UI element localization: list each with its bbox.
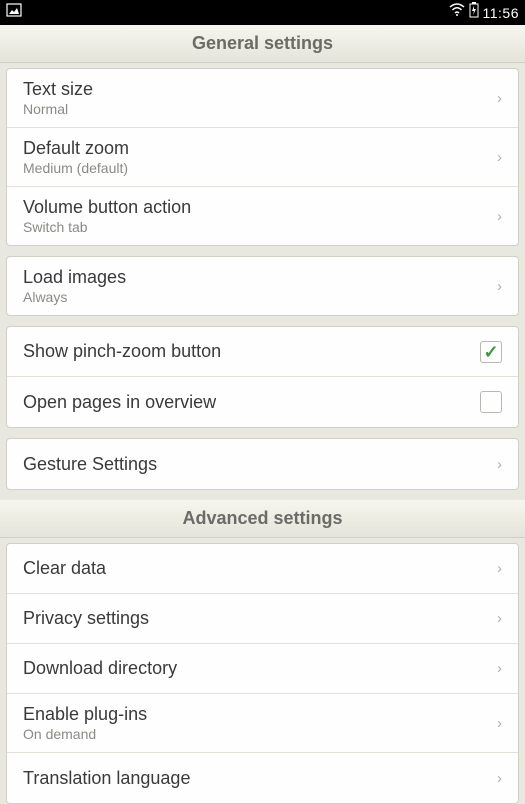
overview-title: Open pages in overview <box>23 392 480 413</box>
pinch-zoom-row[interactable]: Show pinch-zoom button ✓ <box>7 327 518 377</box>
group-general-3: Show pinch-zoom button ✓ Open pages in o… <box>6 326 519 428</box>
group-advanced: Clear data › Privacy settings › Download… <box>6 543 519 804</box>
default-zoom-title: Default zoom <box>23 138 489 159</box>
download-directory-row[interactable]: Download directory › <box>7 644 518 694</box>
download-title: Download directory <box>23 658 489 679</box>
image-icon <box>6 3 22 22</box>
chevron-right-icon: › <box>497 456 502 473</box>
status-bar: 11:56 <box>0 0 525 25</box>
volume-action-title: Volume button action <box>23 197 489 218</box>
gesture-settings-title: Gesture Settings <box>23 454 489 475</box>
pinch-zoom-title: Show pinch-zoom button <box>23 341 480 362</box>
volume-action-value: Switch tab <box>23 219 489 235</box>
load-images-row[interactable]: Load images Always › <box>7 257 518 315</box>
overview-checkbox[interactable] <box>480 391 502 413</box>
privacy-title: Privacy settings <box>23 608 489 629</box>
text-size-row[interactable]: Text size Normal › <box>7 69 518 128</box>
chevron-right-icon: › <box>497 660 502 677</box>
clear-data-title: Clear data <box>23 558 489 579</box>
chevron-right-icon: › <box>497 90 502 107</box>
plugins-value: On demand <box>23 726 489 742</box>
wifi-icon <box>449 3 465 22</box>
translation-row[interactable]: Translation language › <box>7 753 518 803</box>
plugins-row[interactable]: Enable plug-ins On demand › <box>7 694 518 753</box>
group-general-4: Gesture Settings › <box>6 438 519 490</box>
chevron-right-icon: › <box>497 715 502 732</box>
default-zoom-value: Medium (default) <box>23 160 489 176</box>
gesture-settings-row[interactable]: Gesture Settings › <box>7 439 518 489</box>
chevron-right-icon: › <box>497 610 502 627</box>
battery-charging-icon <box>469 2 479 23</box>
load-images-title: Load images <box>23 267 489 288</box>
status-time: 11:56 <box>483 5 520 21</box>
load-images-value: Always <box>23 289 489 305</box>
default-zoom-row[interactable]: Default zoom Medium (default) › <box>7 128 518 187</box>
chevron-right-icon: › <box>497 770 502 787</box>
pinch-zoom-checkbox[interactable]: ✓ <box>480 341 502 363</box>
chevron-right-icon: › <box>497 208 502 225</box>
plugins-title: Enable plug-ins <box>23 704 489 725</box>
chevron-right-icon: › <box>497 149 502 166</box>
text-size-title: Text size <box>23 79 489 100</box>
clear-data-row[interactable]: Clear data › <box>7 544 518 594</box>
text-size-value: Normal <box>23 101 489 117</box>
group-general-2: Load images Always › <box>6 256 519 316</box>
section-header-general: General settings <box>0 25 525 63</box>
overview-row[interactable]: Open pages in overview <box>7 377 518 427</box>
section-header-advanced: Advanced settings <box>0 500 525 538</box>
volume-action-row[interactable]: Volume button action Switch tab › <box>7 187 518 245</box>
translation-title: Translation language <box>23 768 489 789</box>
group-general-1: Text size Normal › Default zoom Medium (… <box>6 68 519 246</box>
privacy-settings-row[interactable]: Privacy settings › <box>7 594 518 644</box>
checkmark-icon: ✓ <box>483 343 498 361</box>
chevron-right-icon: › <box>497 278 502 295</box>
chevron-right-icon: › <box>497 560 502 577</box>
